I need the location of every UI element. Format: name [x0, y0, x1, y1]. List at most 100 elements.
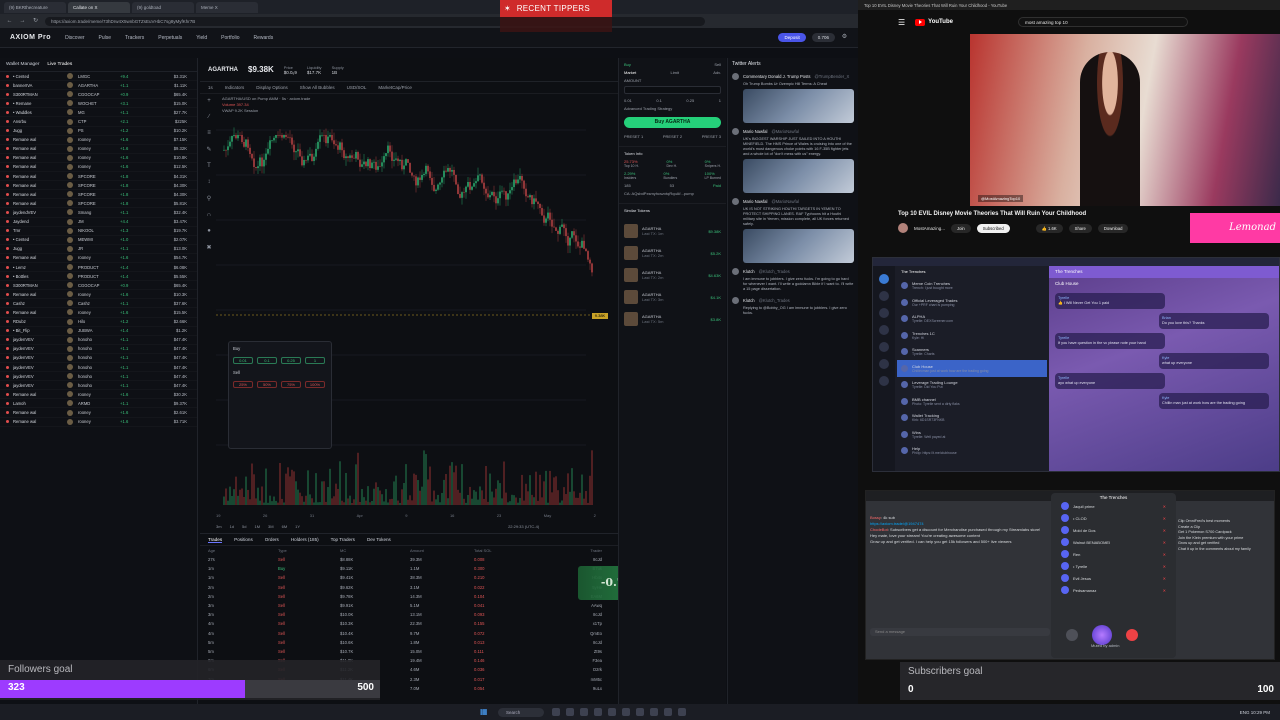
tracker-row[interactable]: Remane wal SPCORE +1.8 $4.31K	[0, 172, 197, 182]
trade-trader[interactable]: x1Tp	[593, 621, 618, 626]
forward-icon[interactable]: →	[19, 18, 26, 25]
tweet[interactable]: Klutch @Klutch_Trades I am immune to jobbl…	[732, 268, 854, 292]
folder-icon[interactable]	[879, 291, 889, 301]
folder-icon[interactable]	[879, 342, 889, 352]
voice-user[interactable]: Walnut BENABOMEI ✕	[1051, 536, 1176, 548]
tab-holders[interactable]: Holders (185)	[291, 537, 319, 542]
tracker-row[interactable]: Remane wal rooney +1.6 $7.15K	[0, 136, 197, 145]
voice-user[interactable]: • CLOD ✕	[1051, 512, 1176, 524]
app-icon[interactable]	[636, 708, 644, 716]
voice-user[interactable]: Jaquil prime ✕	[1051, 500, 1176, 512]
channel-avatar[interactable]	[898, 223, 908, 233]
trade-trader[interactable]: 9uLx	[593, 686, 618, 691]
market-tab[interactable]: Market	[624, 70, 636, 75]
trade-row[interactable]: 1mSell$9.41K38.3M0.210Hb4x	[200, 573, 618, 582]
range-option[interactable]: 3m	[216, 524, 222, 529]
brush-icon[interactable]: ✎	[206, 146, 211, 153]
system-tray[interactable]: ENG 10:29 PM	[1240, 710, 1280, 715]
display-options-button[interactable]: Display Options	[256, 85, 288, 90]
chat-username[interactable]: ChodeBot	[870, 527, 888, 532]
ad-banner[interactable]: Lemonad	[1190, 213, 1280, 243]
tweet[interactable]: Commentary Donald J. Trump Posts @TrumpBe…	[732, 73, 854, 123]
app-icon[interactable]	[650, 708, 658, 716]
folder-icon[interactable]	[879, 359, 889, 369]
tweet-image[interactable]	[743, 159, 854, 193]
app-icon[interactable]	[580, 708, 588, 716]
wallet-balance[interactable]: 0.706	[811, 33, 835, 42]
telegram-chat-item[interactable]: Official Leveraged Trades Our +PRF chart …	[897, 294, 1047, 311]
nav-perpetuals[interactable]: Perpetuals	[158, 35, 182, 41]
quick-buy-amount[interactable]: 0.25	[281, 357, 301, 364]
download-button[interactable]: Download	[1097, 223, 1129, 233]
tracker-row[interactable]: Remane wal rooney +1.6 $3.71K	[0, 418, 197, 427]
trade-row[interactable]: 1mBuy$9.11K1.1M0.300B7uk	[200, 564, 618, 573]
tracker-row[interactable]: jaydendVEV Smang +1.1 $32.4K	[0, 208, 197, 218]
preset-amount[interactable]: 1	[719, 98, 721, 103]
limit-tab[interactable]: Limit	[671, 70, 679, 75]
fib-icon[interactable]: ≡	[207, 130, 211, 136]
contract-address[interactable]: CA: AQsbdPxsmyhcszxtqRqoAf...pump	[624, 191, 694, 196]
tracker-row[interactable]: Remane wal SPCORE +1.8 $4.30K	[0, 181, 197, 191]
crosshair-icon[interactable]: +	[207, 98, 211, 104]
menu-icon[interactable]: ☰	[898, 18, 905, 27]
tab-positions[interactable]: Positions	[234, 537, 253, 542]
adv-tab[interactable]: Adv.	[713, 70, 721, 75]
candlestick-chart[interactable]	[216, 110, 596, 510]
preset-tab[interactable]: PRESET 3	[702, 134, 721, 139]
tracker-row[interactable]: Cashz Cashz +1.1 $37.6K	[0, 299, 197, 309]
app-icon[interactable]	[566, 708, 574, 716]
advanced-strategy-toggle[interactable]: Advanced Trading Strategy	[624, 106, 672, 111]
tracker-row[interactable]: • Bit_Flip JUBWA +1.4 $1.2K	[0, 327, 197, 336]
preset-amount[interactable]: 0.1	[656, 98, 662, 103]
telegram-chat-item[interactable]: BMB channel Photo: Tyrelle sent a dirty f…	[897, 393, 1047, 410]
folder-icon[interactable]	[879, 308, 889, 318]
buy-token-button[interactable]: Buy AGARTHA	[624, 117, 721, 128]
telegram-chat-item[interactable]: Scanners Tyrelle: Charts	[897, 344, 1047, 361]
telegram-chat-item[interactable]: ALPHA Tyrelle: DEXScreener.com	[897, 311, 1047, 328]
tracker-row[interactable]: Jugg JR +1.1 $13.0K	[0, 245, 197, 254]
range-option[interactable]: 1d	[230, 524, 234, 529]
youtube-logo[interactable]: YouTube	[915, 18, 953, 26]
tweet[interactable]: Klutch @Klutch_Trades Replying to @Bobby_O…	[732, 297, 854, 316]
channel-name[interactable]: MostAmazing...	[914, 226, 945, 231]
chat-link[interactable]: https://axiom.trade/@1947474	[870, 521, 924, 526]
trade-row[interactable]: 4m Sell $10.3K 22.3M 0.155 x1Tp	[200, 619, 618, 628]
taskbar-search[interactable]: Search	[498, 707, 544, 717]
trade-trader[interactable]: F3ea	[592, 658, 618, 663]
trade-row[interactable]: 5m Sell $10.7K 15.0M 0.111 Zt9s	[200, 647, 618, 656]
tracker-row[interactable]: RDubz Hilo +1.2 $2.66K	[0, 318, 197, 327]
join-button[interactable]: Join	[951, 223, 971, 233]
tracker-row[interactable]: Remane wal rooney +1.6 $54.7K	[0, 254, 197, 263]
chat-message[interactable]: Kyle what up everyone	[1159, 353, 1269, 369]
share-button[interactable]: Share	[1068, 223, 1092, 233]
browser-tab[interactable]: (9) goldtoad	[132, 1, 194, 13]
folder-icon[interactable]	[879, 376, 889, 386]
trade-trader[interactable]: D2rk	[593, 667, 618, 672]
buy-tab[interactable]: Buy	[624, 62, 631, 67]
browser-tab[interactable]: Meme X	[196, 1, 258, 13]
tab-dev-tokens[interactable]: Dev Tokens	[367, 537, 391, 542]
tracker-row[interactable]: Ansrbu CTP +2.1 $225K	[0, 117, 197, 127]
trade-row[interactable]: 27s Sell $8.88K 39.3M 0.008 8cJd	[200, 555, 618, 564]
app-icon[interactable]	[552, 708, 560, 716]
tweet[interactable]: Mario Nawfal @MarioNawfal UK IS NOT STRIKI…	[732, 198, 854, 263]
telegram-chat-item[interactable]: Leverage Trading Lounge Tyrelle: Did You …	[897, 377, 1047, 394]
tracker-row[interactable]: Remane wal rooney +1.6 $9.32K	[0, 145, 197, 154]
chat-message[interactable]: Tyrelle ayo what up everyone	[1055, 373, 1165, 389]
folder-icon[interactable]	[879, 274, 889, 284]
nav-trackers[interactable]: Trackers	[125, 35, 144, 41]
text-icon[interactable]: T	[207, 163, 211, 169]
similar-token-row[interactable]: AGARTHA Last TX: 3m $4.1K	[619, 286, 726, 308]
timeframe-button[interactable]: 1s	[208, 85, 213, 90]
nav-portfolio[interactable]: Portfolio	[221, 35, 239, 41]
quick-sell-pct[interactable]: 25%	[233, 381, 253, 388]
tracker-row[interactable]: jaydenVEV honoho +1.1 $47.4K	[0, 363, 197, 373]
tab-top-traders[interactable]: Top Traders	[331, 537, 355, 542]
tracker-row[interactable]: Remane wal rooney +1.6 $30.2K	[0, 390, 197, 400]
similar-token-row[interactable]: AGARTHA Last TX: 5m $3.8K	[619, 308, 726, 330]
trade-trader[interactable]: 8cJd	[593, 557, 618, 562]
app-icon[interactable]	[678, 708, 686, 716]
tracker-row[interactable]: • Cented MEWMI +1.0 $2.07K	[0, 236, 197, 245]
tracker-row[interactable]: S300RTMAN CGGOCAP +0.9 $65.4K	[0, 90, 197, 100]
app-icon[interactable]	[622, 708, 630, 716]
